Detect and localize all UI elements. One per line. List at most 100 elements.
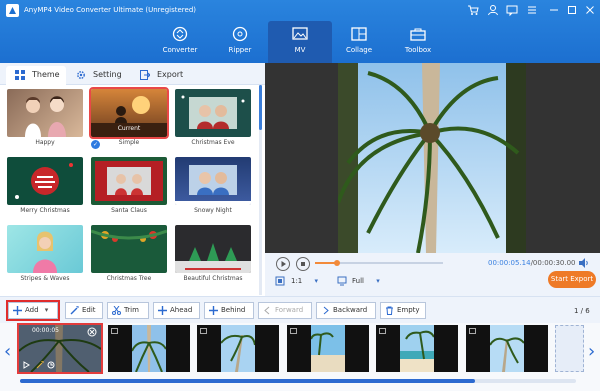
- theme-thumbnail: [7, 157, 83, 205]
- side-tabs: Theme Setting Export: [0, 63, 265, 85]
- mv-image-icon: [292, 27, 308, 40]
- clip-thumbnail[interactable]: [197, 325, 279, 372]
- edit-wand-icon[interactable]: [36, 361, 44, 369]
- app-logo-icon: [6, 4, 19, 17]
- trim-button[interactable]: Trim: [107, 302, 149, 319]
- add-button[interactable]: Add ▾: [6, 300, 60, 321]
- start-export-button[interactable]: Start Export: [548, 271, 596, 288]
- theme-preview-image: [95, 161, 163, 201]
- app-title: AnyMP4 Video Converter Ultimate (Unregis…: [24, 6, 196, 14]
- theme-beautiful-christmas[interactable]: Beautiful Christmas: [175, 225, 251, 282]
- nav-tab-label: Converter: [162, 46, 198, 54]
- theme-happy[interactable]: Happy: [7, 89, 83, 146]
- maximize-icon[interactable]: [565, 3, 579, 17]
- volume-icon[interactable]: [578, 257, 590, 269]
- progress-knob[interactable]: [333, 260, 340, 266]
- ahead-button-label: Ahead: [170, 306, 193, 314]
- timeline-scrollbar[interactable]: [20, 379, 576, 383]
- clip-thumbnail[interactable]: 00:00:05: [17, 323, 103, 374]
- preview-frame: [338, 63, 526, 253]
- nav-tab-collage[interactable]: Collage: [327, 21, 391, 63]
- theme-preview-image: [91, 229, 167, 242]
- theme-label: Christmas Eve: [191, 139, 235, 146]
- palm-tree-image: [338, 63, 526, 253]
- ahead-button[interactable]: Ahead: [153, 302, 200, 319]
- current-badge: Current: [117, 125, 141, 132]
- nav-tab-label: Collage: [345, 46, 373, 54]
- chevron-down-icon: ▾: [376, 277, 380, 285]
- aspect-ratio-select[interactable]: 1:1 ▾: [291, 277, 318, 285]
- grid-icon: [15, 70, 25, 80]
- clip-thumbnail[interactable]: [466, 325, 548, 372]
- theme-christmas-tree[interactable]: Christmas Tree: [91, 225, 167, 282]
- add-clip-slot[interactable]: [555, 325, 584, 372]
- stop-button[interactable]: [296, 257, 310, 271]
- behind-button[interactable]: Behind: [204, 302, 254, 319]
- progress-bar[interactable]: [315, 260, 443, 266]
- plus-icon: [13, 306, 22, 315]
- tab-theme-label: Theme: [32, 70, 60, 79]
- clock-icon[interactable]: [47, 361, 55, 369]
- theme-preview-image: [25, 96, 66, 137]
- display-mode-select[interactable]: Full ▾: [352, 277, 380, 285]
- nav-tab-label: Ripper: [228, 46, 252, 54]
- clip-toolbar: Add ▾ Edit Trim Ahead Behind Forward Bac…: [0, 296, 600, 323]
- nav-tab-ripper[interactable]: Ripper: [208, 21, 272, 63]
- theme-christmas-eve[interactable]: Christmas Eve: [175, 89, 251, 146]
- forward-button[interactable]: Forward: [258, 302, 312, 319]
- clip-thumbnail[interactable]: [108, 325, 190, 372]
- theme-simple[interactable]: Current ✓ Simple: [89, 87, 169, 149]
- tab-setting[interactable]: Setting: [67, 66, 127, 85]
- theme-label: Simple: [118, 139, 140, 146]
- backward-button[interactable]: Backward: [316, 302, 376, 319]
- disc-icon: [232, 26, 248, 42]
- edit-button[interactable]: Edit: [65, 302, 103, 319]
- theme-preview-image: [175, 165, 251, 205]
- theme-label: Merry Christmas: [20, 207, 70, 214]
- gear-icon: [77, 71, 85, 79]
- palm-tree-image: [132, 325, 166, 372]
- aspect-ratio-icon: [275, 276, 285, 286]
- player-controls: 00:00:05.14/00:00:30.00 1:1 ▾ Full ▾ Sta…: [265, 253, 600, 296]
- aspect-ratio-value: 1:1: [291, 277, 303, 285]
- tab-setting-label: Setting: [93, 70, 122, 79]
- nav-tab-toolbox[interactable]: Toolbox: [386, 21, 450, 63]
- tab-theme[interactable]: Theme: [6, 66, 66, 85]
- remove-clip-icon[interactable]: [87, 327, 97, 337]
- image-icon: [200, 328, 207, 334]
- theme-snowy-night[interactable]: Snowy Night: [175, 157, 251, 214]
- close-icon[interactable]: [583, 3, 597, 17]
- minimize-icon[interactable]: [547, 3, 561, 17]
- theme-merry-christmas[interactable]: Merry Christmas: [7, 157, 83, 214]
- chevron-left-icon[interactable]: ‹: [4, 341, 11, 362]
- theme-label: Beautiful Christmas: [183, 275, 243, 282]
- user-icon[interactable]: [486, 3, 500, 17]
- clip-thumbnail[interactable]: [376, 325, 458, 372]
- theme-thumbnail: [91, 157, 167, 205]
- play-button[interactable]: [276, 257, 290, 271]
- nav-tab-mv[interactable]: MV: [268, 21, 332, 63]
- tab-export[interactable]: Export: [131, 66, 191, 85]
- palm-tree-image: [221, 325, 255, 372]
- theme-scrollbar[interactable]: [259, 85, 262, 295]
- add-button-label: Add: [25, 306, 39, 314]
- scrollbar-thumb[interactable]: [20, 379, 475, 383]
- play-icon[interactable]: [22, 361, 30, 369]
- empty-button[interactable]: Empty: [380, 302, 426, 319]
- theme-stripes-waves[interactable]: Stripes & Waves: [7, 225, 83, 282]
- cart-icon[interactable]: [466, 3, 480, 17]
- plus-icon: [209, 306, 218, 315]
- converter-icon: [172, 26, 188, 42]
- chat-icon[interactable]: [505, 3, 519, 17]
- menu-icon[interactable]: [525, 3, 539, 17]
- clip-thumbnail[interactable]: [287, 325, 369, 372]
- theme-thumbnail: Current: [89, 87, 169, 139]
- clip-image: [132, 325, 166, 372]
- nav-tab-converter[interactable]: Converter: [148, 21, 212, 63]
- theme-thumbnail: [175, 225, 251, 273]
- theme-santa-claus[interactable]: Santa Claus: [91, 157, 167, 214]
- chevron-right-icon[interactable]: ›: [588, 341, 595, 362]
- scrollbar-thumb[interactable]: [259, 85, 262, 130]
- play-icon: [281, 261, 286, 267]
- collage-icon: [351, 27, 367, 41]
